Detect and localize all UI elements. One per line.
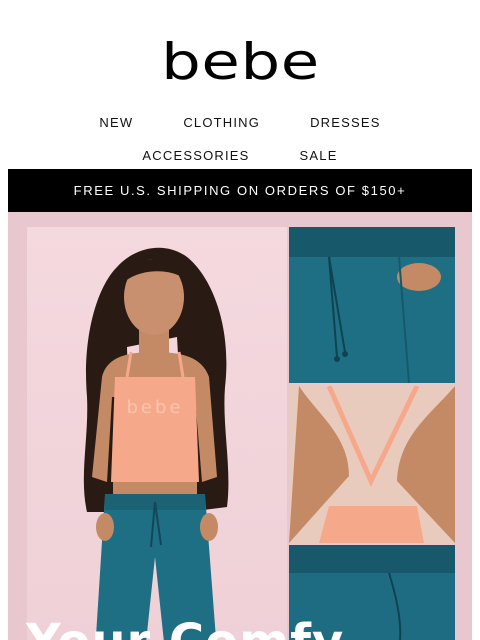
model-illustration: bebe <box>83 247 229 640</box>
brand-logo[interactable]: bebe <box>0 36 480 88</box>
nav-link-clothing[interactable]: CLOTHING <box>183 115 260 130</box>
top-print-text: bebe <box>127 397 184 418</box>
email-page: bebe NEW CLOTHING DRESSES ACCESSORIES SA… <box>0 0 480 640</box>
nav-secondary: ACCESSORIES SALE <box>0 148 480 163</box>
promo-text: FREE U.S. SHIPPING ON ORDERS OF $150+ <box>73 183 407 198</box>
waistband-illustration <box>289 227 455 383</box>
nav-primary: NEW CLOTHING DRESSES <box>0 115 480 130</box>
nav-link-sale[interactable]: SALE <box>300 148 338 163</box>
hero-main-photo: bebe <box>27 227 287 640</box>
detail-photo-waistband <box>289 227 455 383</box>
promo-banner[interactable]: FREE U.S. SHIPPING ON ORDERS OF $150+ <box>8 169 472 212</box>
back-strap-illustration <box>289 386 455 543</box>
detail-photo-back-strap <box>289 386 455 543</box>
hero-headline: Your Comfy <box>26 614 466 640</box>
hero-banner[interactable]: bebe <box>8 212 472 640</box>
nav-link-accessories[interactable]: ACCESSORIES <box>142 148 249 163</box>
nav-link-dresses[interactable]: DRESSES <box>310 115 381 130</box>
nav-link-new[interactable]: NEW <box>99 115 133 130</box>
brand-logo-text: bebe <box>160 33 320 91</box>
